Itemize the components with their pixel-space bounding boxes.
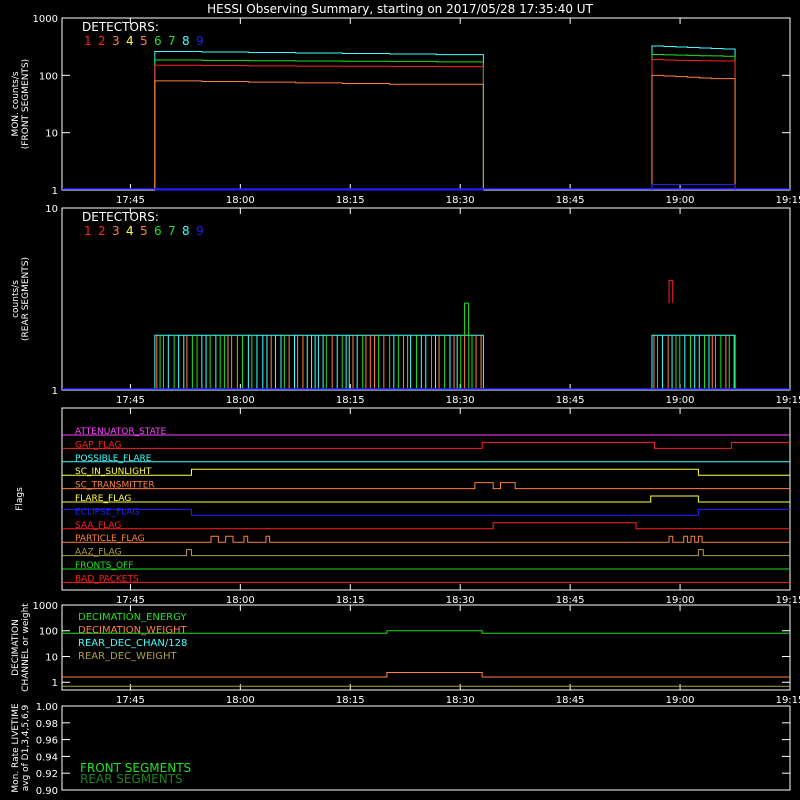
rear-legend-title: DETECTORS: xyxy=(82,210,159,224)
rear-xtick-label: 18:30 xyxy=(446,395,475,406)
decimation-ylabel: DECIMATION xyxy=(11,619,21,676)
front-legend-detector: 7 xyxy=(168,34,176,48)
rear-ylabel: (REAR SEGMENTS) xyxy=(21,257,31,341)
decimation-xtick-label: 18:15 xyxy=(336,695,365,706)
rear-ylabel: counts/s xyxy=(11,280,21,318)
front-ytick-label: 1000 xyxy=(33,14,58,25)
decimation-ytick-label: 10 xyxy=(45,652,58,663)
flags-ylabel-group: Flags xyxy=(15,487,25,511)
rear-xtick-label: 17:45 xyxy=(116,395,145,406)
flags-xtick-label: 19:00 xyxy=(666,595,695,606)
flags-xtick-label: 17:45 xyxy=(116,595,145,606)
rear-legend-detector: 7 xyxy=(168,224,176,238)
decimation-legend-label: DECIMATION_WEIGHT xyxy=(78,625,187,636)
livetime-ytick-label: 0.92 xyxy=(36,769,58,780)
front-legend-detector: 6 xyxy=(154,34,162,48)
page-title: HESSI Observing Summary, starting on 201… xyxy=(207,2,593,16)
decimation-ylabel: CHANNEL or weight xyxy=(21,603,31,692)
decimation-ytick-label: 1000 xyxy=(33,601,58,612)
front-legend-title: DETECTORS: xyxy=(82,20,159,34)
front-xtick-label: 17:45 xyxy=(116,195,145,206)
decimation-xtick-label: 19:00 xyxy=(666,695,695,706)
front-xtick-label: 18:45 xyxy=(556,195,585,206)
front-xtick-label: 18:30 xyxy=(446,195,475,206)
decimation-legend-label: REAR_DEC_CHAN/128 xyxy=(78,638,187,649)
rear-legend-detector: 5 xyxy=(140,224,148,238)
decimation-ytick-label: 100 xyxy=(39,627,58,638)
livetime-ytick-label: 0.94 xyxy=(36,752,58,763)
livetime-ylabel: Mon. Rate LIVETIME xyxy=(11,703,21,793)
decimation-xtick-label: 18:30 xyxy=(446,695,475,706)
front-xtick-label: 19:00 xyxy=(666,195,695,206)
front-ytick-label: 10 xyxy=(45,129,58,140)
front-legend-detector: 5 xyxy=(140,34,148,48)
rear-xtick-label: 19:00 xyxy=(666,395,695,406)
rear-legend-detector: 3 xyxy=(112,224,120,238)
rear-xtick-label: 18:15 xyxy=(336,395,365,406)
front-ytick-label: 100 xyxy=(39,71,58,82)
rear-legend-detector: 6 xyxy=(154,224,162,238)
front-legend-detector: 9 xyxy=(196,34,204,48)
livetime-ytick-label: 0.90 xyxy=(36,786,58,797)
front-legend-detector: 2 xyxy=(98,34,106,48)
front-xtick-label: 18:15 xyxy=(336,195,365,206)
rear-legend-detector: 1 xyxy=(84,224,92,238)
decimation-xtick-label: 18:00 xyxy=(226,695,255,706)
rear-xtick-label: 18:45 xyxy=(556,395,585,406)
livetime-ytick-label: 0.98 xyxy=(36,719,58,730)
livetime-ytick-label: 0.96 xyxy=(36,736,58,747)
front-ytick-label: 1 xyxy=(52,186,58,197)
front-ylabel-group: MON. counts/s (FRONT SEGMENTS) xyxy=(11,59,31,149)
front-ylabel: MON. counts/s xyxy=(11,71,21,136)
front-ylabel: (FRONT SEGMENTS) xyxy=(21,59,31,149)
decimation-legend-label: DECIMATION_ENERGY xyxy=(78,612,187,623)
livetime-ylabel: avg of D1,3,4,5,6,9 xyxy=(21,704,31,791)
flags-xtick-label: 18:15 xyxy=(336,595,365,606)
front-legend-detector: 1 xyxy=(84,34,92,48)
front-xtick-label: 19:15 xyxy=(776,195,800,206)
front-xtick-label: 18:00 xyxy=(226,195,255,206)
rear-ytick-label: 10 xyxy=(45,204,58,215)
livetime-ytick-label: 1.00 xyxy=(36,702,58,713)
rear-legend-detector: 4 xyxy=(126,224,134,238)
flags-xtick-label: 18:00 xyxy=(226,595,255,606)
flags-xtick-label: 18:45 xyxy=(556,595,585,606)
rear-ytick-label: 1 xyxy=(52,386,58,397)
observing-summary-chart: HESSI Observing Summary, starting on 201… xyxy=(0,0,800,800)
decimation-xtick-label: 17:45 xyxy=(116,695,145,706)
livetime-ylabel-group: Mon. Rate LIVETIME avg of D1,3,4,5,6,9 xyxy=(11,703,31,793)
rear-legend-detector: 2 xyxy=(98,224,106,238)
front-legend-detector: 3 xyxy=(112,34,120,48)
decimation-xtick-label: 19:15 xyxy=(776,695,800,706)
flags-xtick-label: 18:30 xyxy=(446,595,475,606)
decimation-ytick-label: 1 xyxy=(52,678,58,689)
front-legend-detector: 8 xyxy=(182,34,190,48)
decimation-legend-label: REAR_DEC_WEIGHT xyxy=(78,651,177,662)
decimation-xtick-label: 18:45 xyxy=(556,695,585,706)
rear-xtick-label: 18:00 xyxy=(226,395,255,406)
flags-ylabel: Flags xyxy=(15,487,25,511)
rear-legend-detector: 9 xyxy=(196,224,204,238)
livetime-legend-label: REAR SEGMENTS xyxy=(80,772,183,786)
rear-xtick-label: 19:15 xyxy=(776,395,800,406)
front-legend-detector: 4 xyxy=(126,34,134,48)
flags-xtick-label: 19:15 xyxy=(776,595,800,606)
rear-legend-detector: 8 xyxy=(182,224,190,238)
